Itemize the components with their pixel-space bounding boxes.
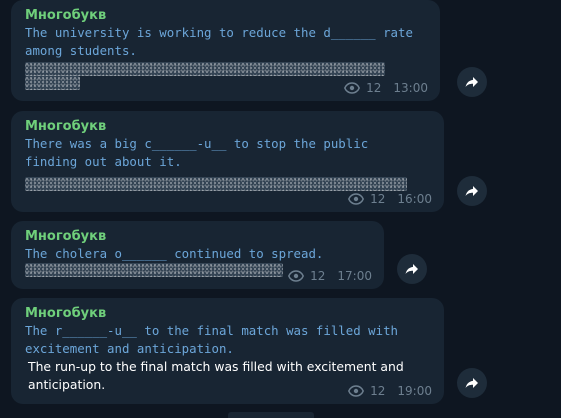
message-meta: 12 13:00 bbox=[344, 81, 428, 95]
message-meta: 12 19:00 bbox=[348, 384, 432, 398]
view-count: 12 bbox=[370, 192, 386, 206]
share-arrow-icon bbox=[465, 186, 478, 196]
message-bubble[interactable]: Многобукв The university is working to r… bbox=[11, 0, 440, 101]
share-button[interactable] bbox=[457, 368, 487, 398]
eye-icon bbox=[288, 270, 305, 282]
message-bubble[interactable]: Многобукв The cholera o______ continued … bbox=[11, 221, 384, 289]
author-name: Многобукв bbox=[25, 8, 107, 23]
spoiler[interactable] bbox=[25, 263, 283, 277]
message-meta: 12 17:00 bbox=[288, 269, 372, 283]
message-time: 17:00 bbox=[337, 269, 372, 283]
share-button[interactable] bbox=[457, 67, 487, 97]
share-arrow-icon bbox=[405, 264, 418, 274]
spoiler[interactable] bbox=[25, 62, 385, 76]
message-text: The university is working to reduce the … bbox=[25, 25, 413, 58]
view-count: 12 bbox=[366, 81, 382, 95]
message-text: The r______-u__ to the final match was f… bbox=[25, 323, 398, 356]
author-name: Многобукв bbox=[25, 119, 107, 134]
share-arrow-icon bbox=[465, 77, 478, 87]
eye-icon bbox=[348, 385, 365, 397]
eye-icon bbox=[344, 82, 361, 94]
message-text: The cholera o______ continued to spread. bbox=[25, 246, 324, 261]
message-text: There was a big c______-u__ to stop the … bbox=[25, 136, 369, 169]
message-bubble[interactable]: Многобукв The r______-u__ to the final m… bbox=[11, 298, 444, 404]
share-arrow-icon bbox=[465, 378, 478, 388]
message-time: 19:00 bbox=[397, 384, 432, 398]
eye-icon bbox=[348, 193, 365, 205]
spoiler[interactable] bbox=[25, 76, 80, 90]
view-count: 12 bbox=[310, 269, 326, 283]
share-button[interactable] bbox=[457, 176, 487, 206]
message-time: 16:00 bbox=[397, 192, 432, 206]
message-bubble[interactable]: Многобукв There was a big c______-u__ to… bbox=[11, 111, 444, 212]
message-meta: 12 16:00 bbox=[348, 192, 432, 206]
view-count: 12 bbox=[370, 384, 386, 398]
scroll-to-bottom-bar[interactable] bbox=[228, 412, 314, 418]
spoiler[interactable] bbox=[25, 177, 407, 191]
share-button[interactable] bbox=[397, 254, 427, 284]
message-time: 13:00 bbox=[393, 81, 428, 95]
author-name: Многобукв bbox=[25, 306, 107, 321]
author-name: Многобукв bbox=[25, 229, 107, 244]
